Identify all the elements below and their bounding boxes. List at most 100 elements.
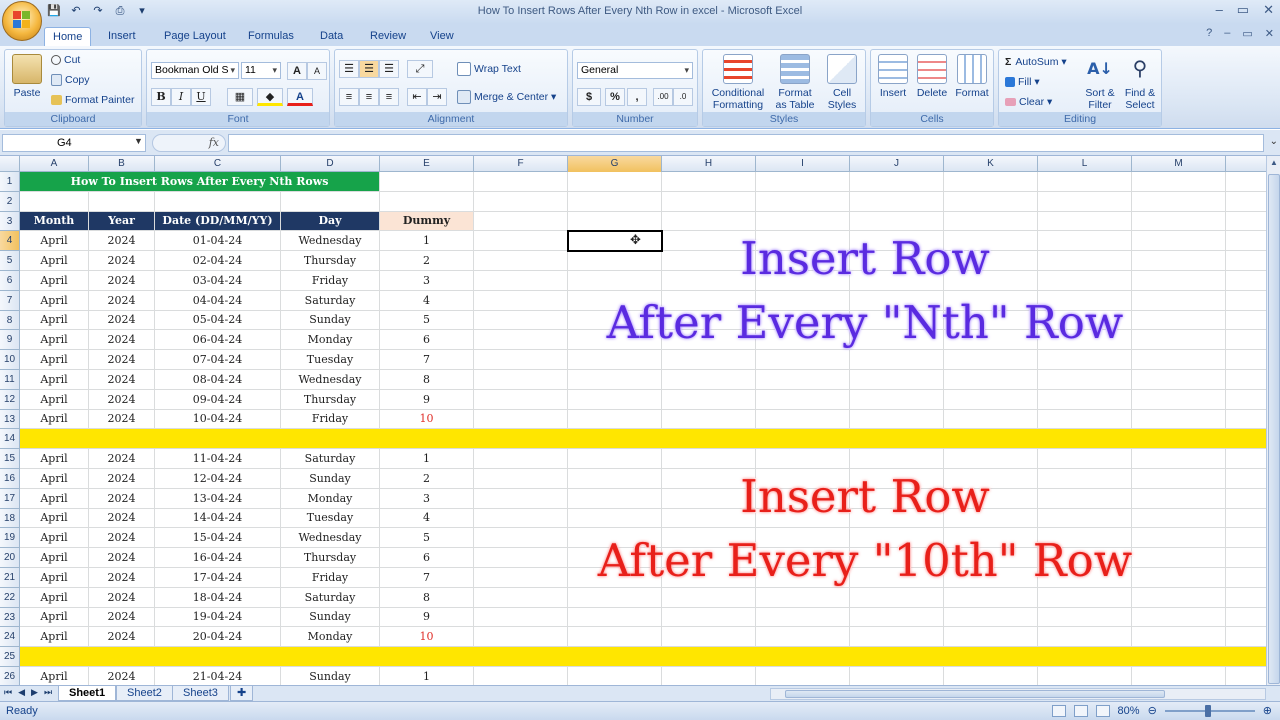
cell[interactable] [756,211,850,231]
cell[interactable] [1132,211,1226,231]
page-break-view-button[interactable] [1095,704,1110,717]
formula-input[interactable] [228,134,1264,152]
row-header-26[interactable]: 26 [0,667,20,685]
row-header-14[interactable]: 14 [0,429,20,450]
row-header-22[interactable]: 22 [0,587,20,608]
increase-decimal-button[interactable]: .00 [653,88,673,106]
zoom-level[interactable]: 80% [1118,705,1140,717]
cell[interactable] [1038,191,1132,211]
cell[interactable] [944,389,1038,409]
cell[interactable]: 03-04-24 [155,271,281,290]
cell[interactable]: April [20,508,89,528]
cell[interactable]: Friday [281,271,380,290]
row-header-4[interactable]: 4 [0,231,20,252]
cell[interactable] [474,370,568,389]
cell[interactable] [850,389,944,409]
cell[interactable] [1132,370,1226,389]
column-header-m[interactable]: M [1132,156,1226,172]
cell[interactable] [756,607,850,627]
cell[interactable] [568,370,662,389]
cell[interactable]: 3 [380,271,474,290]
cell[interactable]: 2024 [89,449,155,468]
name-box[interactable]: G4 [2,134,146,152]
cell[interactable]: 5 [380,310,474,330]
clear-button[interactable]: Clear ▾ [1005,96,1052,108]
cell[interactable]: 16-04-24 [155,548,281,567]
cell[interactable]: Monday [281,627,380,647]
column-header-i[interactable]: I [756,156,850,172]
column-header-e[interactable]: E [380,156,474,172]
cell[interactable] [474,251,568,270]
cell[interactable]: April [20,587,89,607]
cell[interactable]: Friday [281,568,380,587]
cell[interactable] [1038,627,1132,647]
cell[interactable]: 2024 [89,310,155,330]
row-header-13[interactable]: 13 [0,409,20,430]
cell[interactable] [474,469,568,488]
cell[interactable] [756,409,850,429]
cell[interactable]: Tuesday [281,508,380,528]
column-header-g[interactable]: G [568,156,662,172]
fill-button[interactable]: Fill ▾ [1005,76,1040,88]
cell[interactable]: Monday [281,330,380,350]
decrease-decimal-button[interactable]: .0 [673,88,693,106]
underline-button[interactable]: U [191,88,211,106]
row-header-5[interactable]: 5 [0,251,20,271]
cell[interactable] [756,350,850,369]
row-header-23[interactable]: 23 [0,607,20,628]
cell[interactable]: 2 [380,469,474,488]
cell[interactable] [1038,667,1132,685]
cell[interactable] [20,191,89,211]
cell[interactable] [474,290,568,310]
cell[interactable]: 3 [380,488,474,508]
cell[interactable] [474,587,568,607]
cell[interactable] [662,172,756,191]
cell[interactable]: 5 [380,528,474,548]
sheet-tab-sheet2[interactable]: Sheet2 [116,686,173,701]
cell[interactable]: Sunday [281,667,380,685]
cell[interactable] [474,449,568,468]
cell[interactable] [380,172,474,191]
cell[interactable]: 2024 [89,251,155,270]
ribbon-minimize-icon[interactable]: – [1224,27,1230,40]
cell[interactable]: 2024 [89,568,155,587]
maximize-button[interactable]: ▭ [1237,2,1249,18]
cell[interactable]: 6 [380,548,474,567]
cell[interactable] [662,350,756,369]
cell[interactable] [1038,607,1132,627]
wrap-text-button[interactable]: Wrap Text [457,62,521,76]
cell[interactable]: 2024 [89,409,155,429]
cell-styles-button[interactable]: Cell Styles [821,54,863,111]
cell[interactable] [474,389,568,409]
format-as-table-button[interactable]: Format as Table [771,54,819,111]
font-name-select[interactable]: Bookman Old S [151,62,239,79]
scroll-up-icon[interactable]: ▲ [1269,158,1279,172]
cell[interactable]: 6 [380,330,474,350]
cell[interactable]: Thursday [281,548,380,567]
row-header-20[interactable]: 20 [0,548,20,568]
cell[interactable] [756,587,850,607]
cell[interactable]: 2024 [89,528,155,548]
cell[interactable] [850,667,944,685]
tab-formulas[interactable]: Formulas [240,27,302,46]
delete-cells-button[interactable]: Delete [913,54,951,99]
column-header-d[interactable]: D [281,156,380,172]
cell[interactable] [568,350,662,369]
cell[interactable] [662,211,756,231]
cell[interactable] [1132,389,1226,409]
row-header-6[interactable]: 6 [0,271,20,291]
cell[interactable] [1038,350,1132,369]
cell[interactable]: 1 [380,667,474,685]
cell[interactable] [662,627,756,647]
row-header-8[interactable]: 8 [0,310,20,331]
cell[interactable] [850,172,944,191]
cell[interactable]: April [20,231,89,251]
column-title-month[interactable]: Month [20,211,89,231]
row-header-2[interactable]: 2 [0,191,20,212]
cell[interactable]: 2024 [89,389,155,409]
cell[interactable] [474,172,568,191]
cell[interactable] [756,627,850,647]
cell[interactable]: April [20,251,89,270]
zoom-slider[interactable] [1164,704,1255,717]
cell[interactable] [1132,607,1226,627]
